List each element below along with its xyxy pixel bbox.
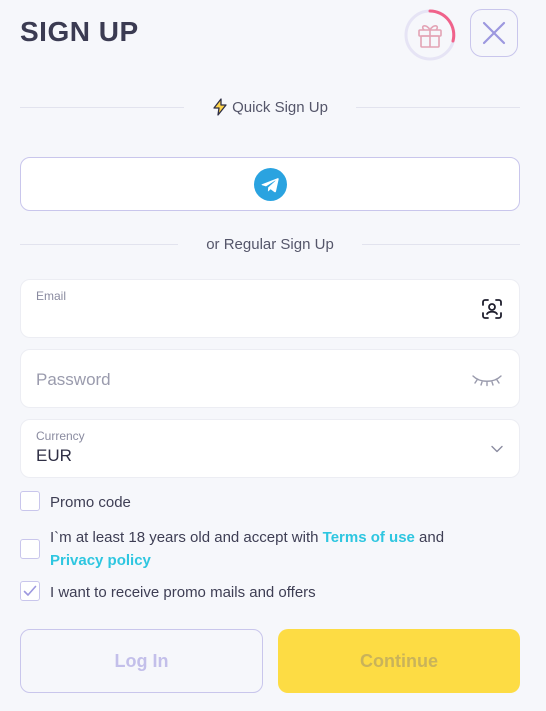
- terms-of-use-link[interactable]: Terms of use: [323, 529, 415, 546]
- chevron-down-icon[interactable]: [491, 445, 503, 453]
- quick-signup-label: Quick Sign Up: [232, 98, 328, 116]
- terms-text: I`m at least 18 years old and accept wit…: [50, 526, 500, 572]
- currency-value: EUR: [36, 446, 72, 465]
- quick-signup-heading: Quick Sign Up: [184, 98, 356, 116]
- divider-line: [355, 106, 520, 108]
- password-field[interactable]: Password: [20, 349, 520, 408]
- privacy-policy-link[interactable]: Privacy policy: [50, 552, 151, 569]
- promo-mails-checkbox[interactable]: [20, 581, 40, 601]
- lightning-icon: [213, 98, 227, 116]
- terms-checkbox[interactable]: [20, 539, 40, 559]
- promo-code-label: Promo code: [50, 494, 131, 511]
- currency-select[interactable]: Currency EUR: [20, 419, 520, 478]
- currency-label: Currency: [36, 429, 85, 443]
- promo-code-checkbox[interactable]: [20, 491, 40, 511]
- gift-button[interactable]: [404, 9, 456, 61]
- login-button[interactable]: Log In: [20, 629, 263, 693]
- divider-line: [20, 243, 179, 245]
- telegram-signup-button[interactable]: [20, 157, 520, 211]
- close-icon: [482, 21, 506, 45]
- password-placeholder: Password: [36, 370, 111, 389]
- telegram-icon: [253, 167, 287, 201]
- promo-mails-row: I want to receive promo mails and offers: [20, 581, 316, 604]
- divider-line: [361, 243, 521, 245]
- checkmark-icon: [23, 585, 37, 596]
- face-scan-icon[interactable]: [481, 298, 503, 320]
- close-button[interactable]: [470, 9, 518, 57]
- regular-signup-label: or Regular Sign Up: [206, 235, 334, 253]
- terms-text-before: I`m at least 18 years old and accept wit…: [50, 529, 323, 546]
- email-label: Email: [36, 289, 67, 303]
- page-title: SIGN UP: [20, 16, 139, 47]
- quick-signup-divider: Quick Sign Up: [20, 97, 520, 117]
- promo-code-row: Promo code: [20, 491, 131, 514]
- terms-text-middle: and: [414, 529, 445, 546]
- continue-button[interactable]: Continue: [278, 629, 520, 693]
- email-field[interactable]: Email: [20, 279, 520, 338]
- terms-row: I`m at least 18 years old and accept wit…: [20, 526, 500, 572]
- promo-mails-label: I want to receive promo mails and offers: [50, 584, 316, 601]
- gift-icon: [404, 9, 456, 61]
- divider-line: [20, 106, 185, 108]
- regular-signup-divider: or Regular Sign Up: [20, 234, 521, 254]
- eye-closed-icon[interactable]: [471, 371, 503, 387]
